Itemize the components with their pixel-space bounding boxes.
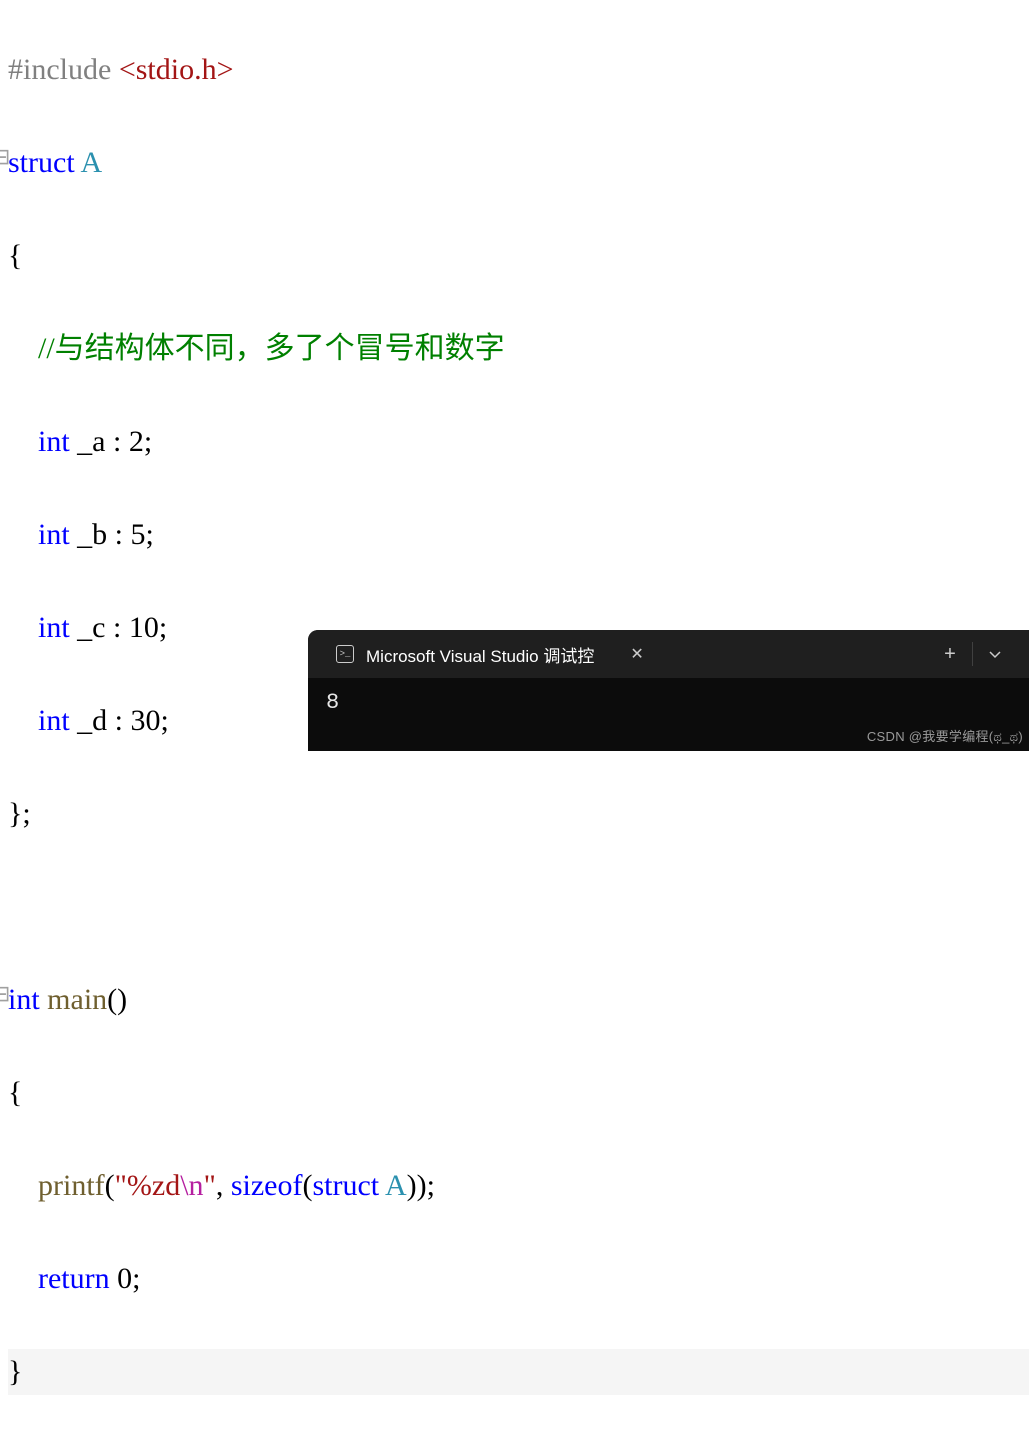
field-decl: _b : 5; bbox=[70, 518, 154, 551]
type-name: A bbox=[379, 1169, 407, 1202]
code-line[interactable]: ⊟struct A bbox=[8, 140, 1029, 187]
new-tab-button[interactable]: + bbox=[928, 630, 972, 678]
output-value: 8 bbox=[326, 690, 339, 715]
terminal-icon: >_ bbox=[336, 645, 354, 663]
paren-open: ( bbox=[105, 1169, 115, 1202]
separator: , bbox=[216, 1169, 231, 1202]
code-line[interactable]: //与结构体不同，多了个冒号和数字 bbox=[8, 326, 1029, 373]
brace-close: } bbox=[8, 1355, 22, 1388]
code-line-empty[interactable] bbox=[8, 884, 1029, 931]
keyword-sizeof: sizeof bbox=[231, 1169, 303, 1202]
keyword-struct: struct bbox=[8, 146, 75, 179]
keyword-int: int bbox=[38, 425, 70, 458]
keyword-int: int bbox=[38, 704, 70, 737]
escape-sequence: \n bbox=[180, 1169, 203, 1202]
brace-close: }; bbox=[8, 797, 31, 830]
field-decl: _d : 30; bbox=[70, 704, 169, 737]
terminal-title: Microsoft Visual Studio 调试控 bbox=[366, 642, 594, 667]
code-comment: //与结构体不同，多了个冒号和数字 bbox=[38, 332, 505, 365]
keyword-int: int bbox=[38, 611, 70, 644]
code-line[interactable]: return 0; bbox=[8, 1256, 1029, 1303]
code-line[interactable]: { bbox=[8, 233, 1029, 280]
collapse-icon[interactable]: ⊟ bbox=[0, 977, 10, 1011]
brace-open: { bbox=[8, 1076, 22, 1109]
paren-close: ) bbox=[407, 1169, 417, 1202]
collapse-icon[interactable]: ⊟ bbox=[0, 140, 10, 174]
field-decl: _c : 10; bbox=[70, 611, 168, 644]
keyword-return: return bbox=[38, 1262, 110, 1295]
header-include: <stdio.h> bbox=[119, 53, 234, 86]
paren-open: ( bbox=[302, 1169, 312, 1202]
terminal-output[interactable]: 8 bbox=[308, 678, 1029, 727]
string-literal: " bbox=[204, 1169, 216, 1202]
code-line[interactable]: { bbox=[8, 1070, 1029, 1117]
code-line[interactable]: }; bbox=[8, 791, 1029, 838]
code-line[interactable]: #include <stdio.h> bbox=[8, 47, 1029, 94]
code-line[interactable]: printf("%zd\n", sizeof(struct A)); bbox=[8, 1163, 1029, 1210]
preprocessor-directive: #include bbox=[8, 53, 119, 86]
close-tab-button[interactable]: ✕ bbox=[622, 640, 651, 668]
keyword-int: int bbox=[38, 518, 70, 551]
dropdown-button[interactable] bbox=[973, 630, 1017, 678]
watermark: CSDN @我要学编程(ಥ_ಥ) bbox=[867, 726, 1023, 745]
code-line[interactable]: int _b : 5; bbox=[8, 512, 1029, 559]
field-decl: _a : 2; bbox=[70, 425, 153, 458]
terminal-actions: + bbox=[928, 630, 1017, 678]
terminal-titlebar[interactable]: >_ Microsoft Visual Studio 调试控 ✕ + bbox=[308, 630, 1029, 678]
function-name: main bbox=[40, 983, 108, 1016]
keyword-int: int bbox=[8, 983, 40, 1016]
string-literal: "%zd bbox=[115, 1169, 181, 1202]
paren-close: ); bbox=[417, 1169, 435, 1202]
paren: () bbox=[107, 983, 127, 1016]
keyword-struct: struct bbox=[312, 1169, 379, 1202]
terminal-tab[interactable]: >_ Microsoft Visual Studio 调试控 ✕ bbox=[326, 630, 662, 678]
code-line[interactable]: ⊟int main() bbox=[8, 977, 1029, 1024]
function-call: printf bbox=[38, 1169, 105, 1202]
code-line[interactable]: } bbox=[8, 1349, 1029, 1396]
type-name: A bbox=[75, 146, 103, 179]
brace-open: { bbox=[8, 239, 22, 272]
return-value: 0; bbox=[110, 1262, 141, 1295]
chevron-down-icon bbox=[988, 647, 1002, 661]
code-line[interactable]: int _a : 2; bbox=[8, 419, 1029, 466]
